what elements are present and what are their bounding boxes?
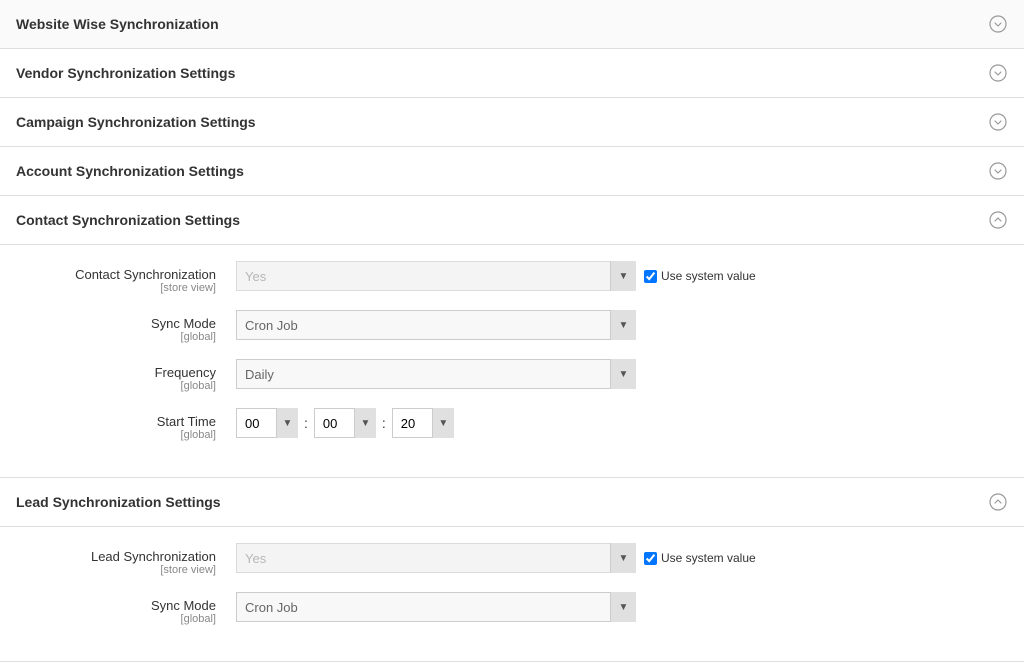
label-scope-frequency: [global] — [16, 380, 216, 392]
form-row-contact-sync: Contact Synchronization[store view]YesNo… — [0, 261, 1024, 294]
minutes-wrapper-start-time: 00▼ — [314, 408, 376, 438]
field-label-sync-mode: Sync Mode[global] — [16, 310, 236, 343]
form-row-lead-sync: Lead Synchronization[store view]YesNo▼Us… — [0, 543, 1024, 576]
settings-page: Website Wise Synchronization Vendor Synch… — [0, 0, 1024, 662]
label-scope-start-time: [global] — [16, 429, 216, 441]
section-body-lead: Lead Synchronization[store view]YesNo▼Us… — [0, 527, 1024, 662]
seconds-select-start-time[interactable]: 20 — [392, 408, 454, 438]
select-wrapper-sync-mode: Cron JobManual▼ — [236, 310, 636, 340]
label-scope-lead-sync: [store view] — [16, 564, 216, 576]
label-text-lead-sync: Lead Synchronization — [91, 549, 216, 564]
seconds-wrapper-start-time: 20▼ — [392, 408, 454, 438]
label-scope-sync-mode: [global] — [16, 331, 216, 343]
control-wrap-sync-mode: Cron JobManual▼ — [236, 310, 1008, 340]
form-row-sync-mode: Sync Mode[global]Cron JobManual▼ — [0, 310, 1024, 343]
form-row-start-time: Start Time[global]00▼:00▼:20▼ — [0, 408, 1024, 441]
label-text-sync-mode: Sync Mode — [151, 316, 216, 331]
select-contact-sync[interactable]: YesNo — [236, 261, 636, 291]
section-header-campaign[interactable]: Campaign Synchronization Settings — [0, 98, 1024, 147]
chevron-down-icon — [988, 63, 1008, 83]
select-lead-sync[interactable]: YesNo — [236, 543, 636, 573]
control-wrap-start-time: 00▼:00▼:20▼ — [236, 408, 1008, 438]
control-wrap-lead-sync: YesNo▼ Use system value — [236, 543, 1008, 573]
section-header-vendor[interactable]: Vendor Synchronization Settings — [0, 49, 1024, 98]
select-wrapper-contact-sync: YesNo▼ — [236, 261, 636, 291]
form-row-sync-mode-lead: Sync Mode[global]Cron JobManual▼ — [0, 592, 1024, 625]
chevron-down-icon — [988, 14, 1008, 34]
time-separator-2: : — [382, 415, 386, 431]
section-title-account: Account Synchronization Settings — [16, 163, 244, 179]
section-title-vendor: Vendor Synchronization Settings — [16, 65, 235, 81]
use-system-value-lead-sync[interactable]: Use system value — [644, 551, 756, 565]
section-title-campaign: Campaign Synchronization Settings — [16, 114, 256, 130]
use-system-value-checkbox-lead-sync[interactable] — [644, 552, 657, 565]
control-wrap-contact-sync: YesNo▼ Use system value — [236, 261, 1008, 291]
use-system-value-checkbox-contact-sync[interactable] — [644, 270, 657, 283]
field-label-frequency: Frequency[global] — [16, 359, 236, 392]
select-wrapper-frequency: DailyWeeklyMonthly▼ — [236, 359, 636, 389]
field-label-contact-sync: Contact Synchronization[store view] — [16, 261, 236, 294]
chevron-up-icon — [988, 492, 1008, 512]
section-header-website-wise[interactable]: Website Wise Synchronization — [0, 0, 1024, 49]
minutes-select-start-time[interactable]: 00 — [314, 408, 376, 438]
section-body-contact: Contact Synchronization[store view]YesNo… — [0, 245, 1024, 478]
chevron-down-icon — [988, 161, 1008, 181]
section-title-contact: Contact Synchronization Settings — [16, 212, 240, 228]
section-header-lead[interactable]: Lead Synchronization Settings — [0, 478, 1024, 527]
label-scope-sync-mode-lead: [global] — [16, 613, 216, 625]
field-label-sync-mode-lead: Sync Mode[global] — [16, 592, 236, 625]
label-text-frequency: Frequency — [155, 365, 216, 380]
control-wrap-sync-mode-lead: Cron JobManual▼ — [236, 592, 1008, 622]
section-title-website-wise: Website Wise Synchronization — [16, 16, 219, 32]
select-sync-mode-lead[interactable]: Cron JobManual — [236, 592, 636, 622]
use-system-value-label-contact-sync: Use system value — [661, 269, 756, 283]
label-text-start-time: Start Time — [157, 414, 216, 429]
time-separator-1: : — [304, 415, 308, 431]
section-header-account[interactable]: Account Synchronization Settings — [0, 147, 1024, 196]
hours-select-start-time[interactable]: 00 — [236, 408, 298, 438]
field-label-start-time: Start Time[global] — [16, 408, 236, 441]
label-scope-contact-sync: [store view] — [16, 282, 216, 294]
section-header-contact[interactable]: Contact Synchronization Settings — [0, 196, 1024, 245]
field-label-lead-sync: Lead Synchronization[store view] — [16, 543, 236, 576]
select-sync-mode[interactable]: Cron JobManual — [236, 310, 636, 340]
form-row-frequency: Frequency[global]DailyWeeklyMonthly▼ — [0, 359, 1024, 392]
chevron-down-icon — [988, 112, 1008, 132]
time-row-start-time: 00▼:00▼:20▼ — [236, 408, 454, 438]
label-text-contact-sync: Contact Synchronization — [75, 267, 216, 282]
chevron-up-icon — [988, 210, 1008, 230]
use-system-value-contact-sync[interactable]: Use system value — [644, 269, 756, 283]
section-title-lead: Lead Synchronization Settings — [16, 494, 221, 510]
select-wrapper-lead-sync: YesNo▼ — [236, 543, 636, 573]
control-wrap-frequency: DailyWeeklyMonthly▼ — [236, 359, 1008, 389]
use-system-value-label-lead-sync: Use system value — [661, 551, 756, 565]
select-frequency[interactable]: DailyWeeklyMonthly — [236, 359, 636, 389]
label-text-sync-mode-lead: Sync Mode — [151, 598, 216, 613]
select-wrapper-sync-mode-lead: Cron JobManual▼ — [236, 592, 636, 622]
hours-wrapper-start-time: 00▼ — [236, 408, 298, 438]
